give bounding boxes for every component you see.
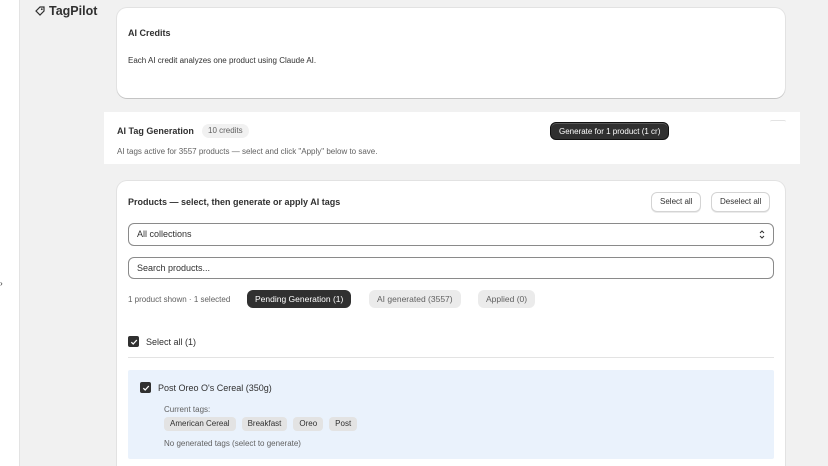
select-all-button[interactable]: Select all (651, 192, 702, 212)
select-all-checkbox[interactable] (128, 336, 139, 347)
credits-badge: 10 credits (202, 124, 249, 138)
deselect-all-button[interactable]: Deselect all (711, 192, 771, 212)
select-all-label: Select all (1) (146, 337, 197, 347)
tag-generation-note: AI tags active for 3557 products — selec… (117, 147, 378, 156)
list-divider (128, 357, 774, 358)
ai-tag-generation-section: AI Tag Generation 10 credits Generate fo… (104, 112, 800, 164)
section-divider (770, 120, 786, 124)
products-title: Products — select, then generate or appl… (128, 197, 341, 207)
filter-applied[interactable]: Applied (0) (478, 290, 536, 308)
credits-title: AI Credits (128, 28, 171, 38)
app-title: TagPilot (49, 4, 98, 18)
checkmark-icon (130, 339, 137, 345)
product-row[interactable]: Post Oreo O's Cereal (350g) Current tags… (128, 370, 774, 459)
product-checkbox[interactable] (140, 382, 151, 393)
filter-pending-generation[interactable]: Pending Generation (1) (247, 290, 352, 308)
checkmark-icon (142, 385, 149, 391)
tag-chip: Breakfast (241, 417, 288, 431)
product-count-status: 1 product shown · 1 selected (128, 295, 231, 304)
search-input[interactable] (128, 257, 774, 279)
collection-select-value: All collections (137, 229, 192, 239)
products-card: Products — select, then generate or appl… (117, 181, 785, 466)
filter-ai-generated[interactable]: AI generated (3557) (369, 290, 461, 308)
left-rail: › (0, 0, 20, 466)
tag-chip: Oreo (293, 417, 324, 431)
tag-chip: American Cereal (164, 417, 236, 431)
collection-select[interactable]: All collections (128, 223, 774, 246)
product-name: Post Oreo O's Cereal (350g) (158, 383, 272, 393)
tag-chip: Post (329, 417, 358, 431)
tag-generation-title: AI Tag Generation (117, 126, 194, 136)
tag-icon (34, 5, 46, 17)
current-tags-list: American Cereal Breakfast Oreo Post (164, 417, 358, 431)
generate-button[interactable]: Generate for 1 product (1 cr) (550, 122, 670, 140)
chevron-up-down-icon (757, 227, 767, 242)
ai-credits-card: AI Credits Each AI credit analyzes one p… (117, 8, 785, 98)
generated-tags-note: No generated tags (select to generate) (164, 439, 301, 448)
current-tags-label: Current tags: (164, 405, 211, 414)
credits-description: Each AI credit analyzes one product usin… (128, 56, 317, 65)
rail-expand-handle[interactable]: › (0, 278, 6, 290)
